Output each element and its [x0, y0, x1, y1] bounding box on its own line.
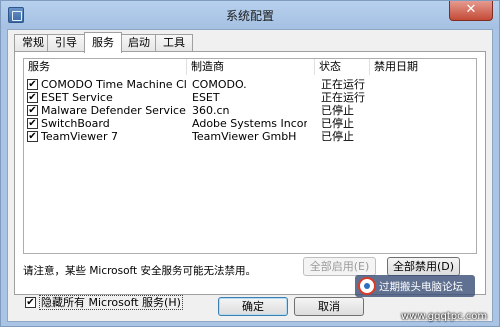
watermark-text: 过期搬头电脑论坛: [379, 281, 463, 293]
service-checkbox[interactable]: ✔: [27, 118, 38, 129]
service-manufacturer: Adobe Systems Incorporat...: [192, 117, 307, 130]
tab-startup[interactable]: 启动: [120, 34, 158, 52]
forum-logo-icon: [358, 277, 376, 295]
title-bar[interactable]: 系统配置 ✕: [1, 1, 499, 29]
hide-microsoft-checkbox[interactable]: ✔: [25, 297, 36, 308]
service-disabled-date: [374, 78, 474, 91]
service-status: 正在运行: [321, 78, 365, 91]
service-name: COMODO Time Machine Client S...: [41, 78, 187, 91]
cancel-button[interactable]: 取消: [294, 297, 364, 316]
system-config-window: 系统配置 ✕ 常规 引导 服务 启动 工具 服务 制造商 状态 禁用日期 ✔ C…: [0, 0, 500, 327]
services-list-header: 服务 制造商 状态 禁用日期: [24, 59, 476, 75]
service-manufacturer: COMODO.: [192, 78, 247, 91]
service-checkbox[interactable]: ✔: [27, 79, 38, 90]
service-disabled-date: [374, 130, 474, 143]
service-manufacturer: TeamViewer GmbH: [192, 130, 297, 143]
watermark-url: www.gqqtpc.com: [401, 311, 488, 322]
service-disabled-date: [374, 117, 474, 130]
hide-microsoft-label[interactable]: 隐藏所有 Microsoft 服务(H): [39, 295, 183, 310]
tab-tools[interactable]: 工具: [155, 34, 193, 52]
service-name: Malware Defender Service: [41, 104, 186, 117]
table-row[interactable]: ✔ COMODO Time Machine Client S... COMODO…: [24, 78, 476, 91]
disable-all-button[interactable]: 全部禁用(D): [387, 257, 460, 276]
close-button[interactable]: ✕: [449, 1, 493, 21]
services-panel: 服务 制造商 状态 禁用日期 ✔ COMODO Time Machine Cli…: [14, 51, 486, 310]
service-status: 正在运行: [321, 91, 365, 104]
tab-boot[interactable]: 引导: [47, 34, 85, 52]
column-header-disabled-date[interactable]: 禁用日期: [370, 59, 476, 75]
service-checkbox[interactable]: ✔: [27, 92, 38, 103]
ok-button[interactable]: 确定: [218, 297, 288, 316]
service-checkbox[interactable]: ✔: [27, 131, 38, 142]
tab-services[interactable]: 服务: [84, 32, 122, 53]
column-header-status[interactable]: 状态: [315, 59, 370, 75]
service-name: TeamViewer 7: [41, 130, 118, 143]
services-list[interactable]: 服务 制造商 状态 禁用日期 ✔ COMODO Time Machine Cli…: [23, 58, 477, 254]
service-manufacturer: ESET: [192, 91, 220, 104]
window-title: 系统配置: [225, 9, 274, 23]
watermark-banner: 过期搬头电脑论坛: [355, 275, 475, 297]
enable-all-button[interactable]: 全部启用(E): [303, 257, 376, 276]
security-note: 请注意，某些 Microsoft 安全服务可能无法禁用。: [23, 265, 256, 277]
table-row[interactable]: ✔ TeamViewer 7 TeamViewer GmbH 已停止: [24, 130, 476, 143]
service-checkbox[interactable]: ✔: [27, 105, 38, 116]
table-row[interactable]: ✔ Malware Defender Service 360.cn 已停止: [24, 104, 476, 117]
service-name: SwitchBoard: [41, 117, 110, 130]
column-header-manufacturer[interactable]: 制造商: [187, 59, 315, 75]
service-disabled-date: [374, 91, 474, 104]
column-header-service[interactable]: 服务: [24, 59, 187, 75]
service-disabled-date: [374, 104, 474, 117]
service-status: 已停止: [321, 130, 354, 143]
table-row[interactable]: ✔ ESET Service ESET 正在运行: [24, 91, 476, 104]
table-row[interactable]: ✔ SwitchBoard Adobe Systems Incorporat..…: [24, 117, 476, 130]
service-status: 已停止: [321, 117, 354, 130]
service-status: 已停止: [321, 104, 354, 117]
service-manufacturer: 360.cn: [192, 104, 230, 117]
service-name: ESET Service: [41, 91, 113, 104]
